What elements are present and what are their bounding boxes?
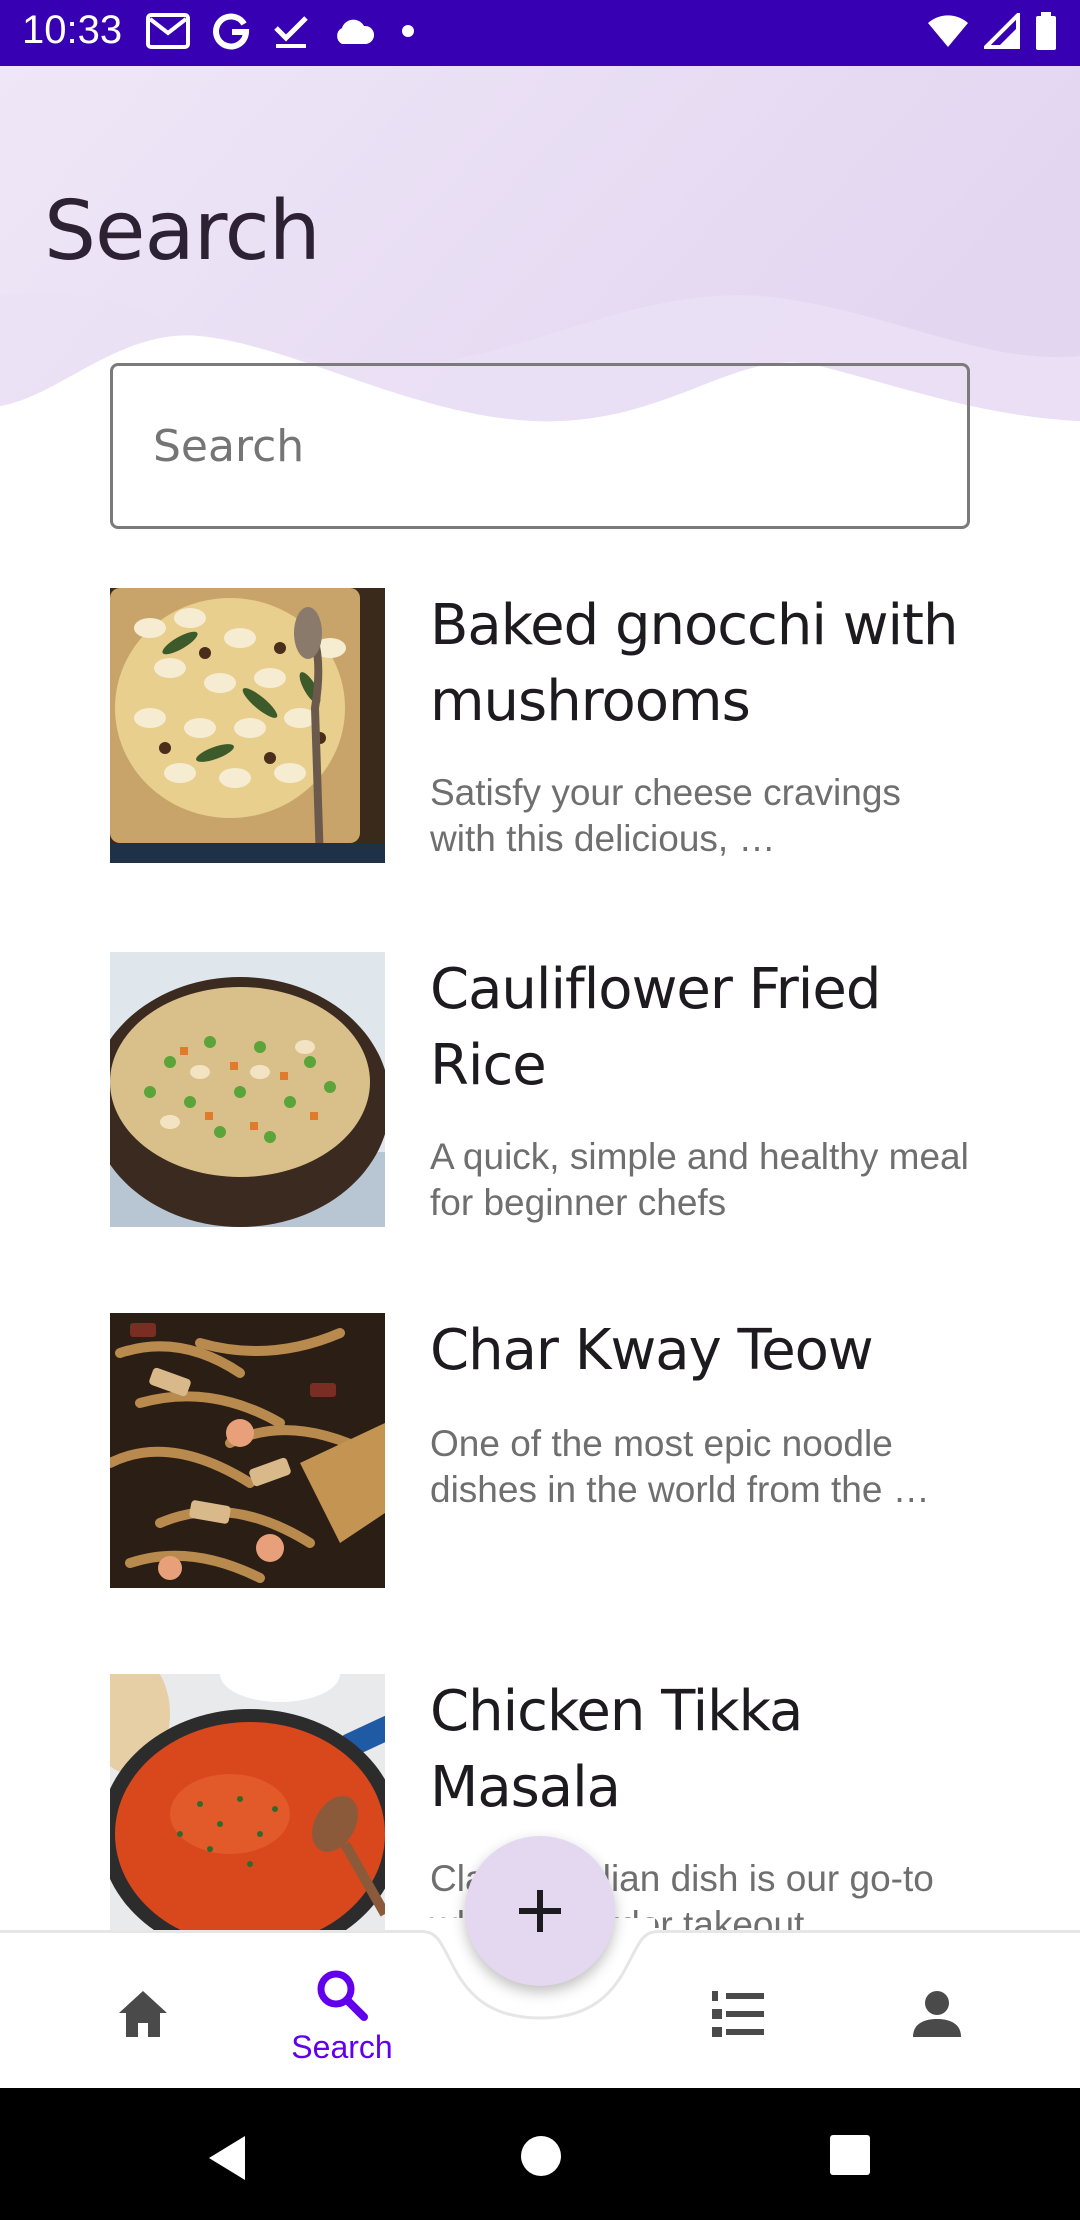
status-time: 10:33 — [22, 8, 123, 52]
recents-icon[interactable] — [829, 2134, 871, 2176]
search-input[interactable] — [153, 366, 933, 526]
cloud-icon — [337, 19, 375, 44]
search-field[interactable] — [110, 363, 970, 529]
battery-icon — [1036, 12, 1056, 50]
recipe-title: Baked gnocchi with mushrooms — [430, 593, 959, 734]
nav-search[interactable]: Search — [242, 1965, 442, 2075]
recipe-title: Chicken Tikka Masala — [430, 1679, 803, 1820]
baked-gnocchi-image — [110, 588, 385, 863]
status-bar: 10:33 — [0, 0, 1080, 66]
system-navigation-bar — [0, 2088, 1080, 2220]
recipe-item-cauliflower-fried-rice[interactable]: Cauliflower Fried Rice A quick, simple a… — [110, 952, 970, 1227]
recipe-description: One of the most epic noodle dishes in th… — [430, 1423, 930, 1510]
nav-home[interactable] — [43, 1965, 243, 2075]
home-icon — [119, 1991, 167, 2037]
plus-icon — [519, 1890, 561, 1932]
dot-icon — [402, 25, 414, 37]
back-icon[interactable] — [205, 2134, 249, 2182]
status-system-icons — [926, 12, 1058, 50]
char-kway-teow-image — [110, 1313, 385, 1588]
page-title: Search — [44, 184, 321, 279]
cauliflower-fried-rice-image — [110, 952, 385, 1227]
numbered-list-icon — [712, 1991, 764, 2037]
recipe-title: Char Kway Teow — [430, 1318, 874, 1383]
nav-list[interactable] — [638, 1965, 838, 2075]
search-icon — [317, 1970, 368, 2021]
gmail-icon — [146, 13, 190, 49]
nav-profile[interactable] — [837, 1965, 1037, 2075]
recipe-description: Satisfy your cheese cravings with this d… — [430, 772, 901, 859]
status-notification-icons — [146, 12, 418, 50]
recipe-item-char-kway-teow[interactable]: Char Kway Teow One of the most epic nood… — [110, 1313, 970, 1588]
home-circle-icon[interactable] — [519, 2134, 563, 2178]
recipe-title: Cauliflower Fried Rice — [430, 957, 881, 1098]
nav-search-label: Search — [291, 2029, 393, 2065]
chicken-tikka-masala-image — [110, 1674, 385, 1934]
tasks-check-icon — [274, 16, 308, 48]
add-recipe-fab[interactable] — [465, 1836, 615, 1986]
google-icon — [213, 13, 250, 50]
signal-icon — [984, 13, 1020, 49]
person-icon — [913, 1991, 961, 2037]
recipe-description: A quick, simple and healthy meal for beg… — [430, 1136, 969, 1223]
recipe-list: Baked gnocchi with mushrooms Satisfy you… — [0, 588, 1080, 1934]
recipe-item-baked-gnocchi[interactable]: Baked gnocchi with mushrooms Satisfy you… — [110, 588, 970, 863]
wifi-icon — [928, 15, 968, 47]
